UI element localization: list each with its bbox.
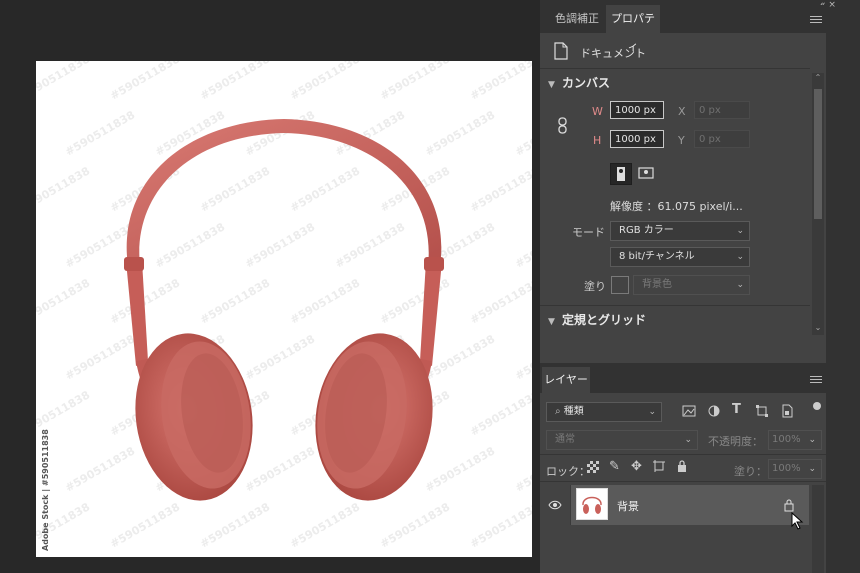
tab-adjustments[interactable]: 色調補正	[546, 5, 608, 33]
fill-percent-label: 塗り：	[734, 465, 767, 478]
y-label: Y	[678, 134, 685, 147]
adjustment-filter-icon[interactable]	[707, 404, 721, 418]
document-canvas[interactable]: #590511838 #590511838 #590511838 #590511838…	[36, 61, 532, 557]
blend-mode-select[interactable]: 通常 ⌄	[546, 430, 698, 450]
landscape-orientation-button[interactable]	[636, 163, 658, 185]
properties-tabbar: 色調補正 プロパティ	[540, 5, 826, 53]
resolution-text: 解像度 ：61.075 pixel/i...	[610, 200, 743, 213]
rulers-grid-section-header[interactable]: ▼ 定規とグリッド	[540, 310, 810, 330]
fill-color-swatch[interactable]	[611, 276, 629, 294]
document-icon	[552, 41, 570, 61]
headphones-image	[124, 119, 444, 501]
tab-properties[interactable]: プロパティ	[606, 5, 660, 53]
chevron-down-icon: ▼	[548, 80, 555, 90]
width-field[interactable]: 1000 px	[610, 101, 664, 119]
scroll-down-icon[interactable]: ⌄	[812, 323, 824, 335]
fill-label: 塗り	[584, 280, 606, 293]
mouse-cursor	[791, 511, 805, 530]
properties-scroll-thumb[interactable]	[814, 89, 822, 219]
fill-select[interactable]: 背景色 ⌄	[633, 275, 750, 295]
filter-toggle-icon[interactable]	[813, 402, 821, 410]
chevron-down-icon: ▼	[548, 317, 555, 327]
layer-thumbnail	[576, 488, 608, 520]
collapse-icon[interactable]: « ×	[820, 0, 860, 10]
chevron-down-icon: ⌄	[648, 407, 656, 417]
lock-label: ロック：	[546, 465, 590, 478]
layers-tabbar: レイヤー	[540, 367, 826, 393]
height-label: H	[593, 134, 602, 147]
opacity-label: 不透明度：	[708, 435, 763, 448]
chevron-down-icon: ⌄	[808, 464, 816, 474]
portrait-orientation-button[interactable]	[610, 163, 632, 185]
layers-panel: レイヤー ⌕ 種類 ⌄ T 通常 ⌄ 不透明度： 100% ⌄ ロック： ✎ ✥ 塗り…	[540, 367, 826, 573]
tab-layers[interactable]: レイヤー	[542, 367, 590, 393]
layer-name[interactable]: 背景	[617, 498, 639, 514]
lock-image-icon[interactable]: ✎	[609, 459, 620, 474]
properties-scrollbar[interactable]: ⌃ ⌄	[812, 73, 824, 335]
y-field[interactable]: 0 px	[694, 130, 750, 148]
lock-artboard-icon[interactable]	[653, 460, 665, 472]
link-icon[interactable]	[556, 117, 570, 135]
width-label: W	[592, 105, 603, 118]
search-icon: ⌕	[555, 406, 564, 417]
smart-object-filter-icon[interactable]	[780, 404, 794, 418]
watermark-side-text: Adobe Stock | #590511838	[41, 429, 50, 551]
opacity-field[interactable]: 100% ⌄	[768, 430, 822, 450]
document-label: ドキュメント	[580, 47, 646, 60]
x-field[interactable]: 0 px	[694, 101, 750, 119]
pixel-filter-icon[interactable]	[682, 404, 696, 418]
layers-menu-icon[interactable]	[810, 376, 822, 386]
layer-row[interactable]: 背景	[571, 485, 809, 525]
lock-all-icon[interactable]	[676, 460, 688, 472]
layer-filter-select[interactable]: ⌕ 種類 ⌄	[546, 402, 662, 422]
layer-lock-icon[interactable]	[783, 498, 795, 512]
shape-filter-icon[interactable]	[755, 404, 769, 418]
chevron-down-icon: ⌄	[808, 435, 816, 445]
bit-depth-select[interactable]: 8 bit/チャンネル ⌄	[610, 247, 750, 267]
chevron-down-icon: ⌄	[684, 435, 692, 445]
scroll-up-icon[interactable]: ⌃	[812, 73, 824, 85]
x-label: X	[678, 105, 686, 118]
height-field[interactable]: 1000 px	[610, 130, 664, 148]
type-filter-icon[interactable]: T	[732, 402, 741, 417]
layers-scrollbar[interactable]	[812, 485, 824, 573]
chevron-down-icon: ⌄	[736, 280, 744, 290]
canvas-section-header[interactable]: ▼ カンバス	[540, 73, 810, 93]
lock-transparent-icon[interactable]	[587, 461, 599, 473]
panel-menu-icon[interactable]	[810, 16, 822, 26]
visibility-eye-icon[interactable]	[548, 500, 562, 510]
properties-panel: 色調補正 プロパティ ドキュメント ▼ カンバス W 1000 px X 0 px…	[540, 5, 826, 363]
mode-label: モード	[572, 226, 605, 239]
row-divider	[570, 485, 571, 525]
chevron-down-icon: ⌄	[736, 226, 744, 236]
mode-select[interactable]: RGB カラー ⌄	[610, 221, 750, 241]
fill-percent-field[interactable]: 100% ⌄	[768, 459, 822, 479]
lock-position-icon[interactable]: ✥	[631, 459, 642, 474]
chevron-down-icon: ⌄	[736, 252, 744, 262]
